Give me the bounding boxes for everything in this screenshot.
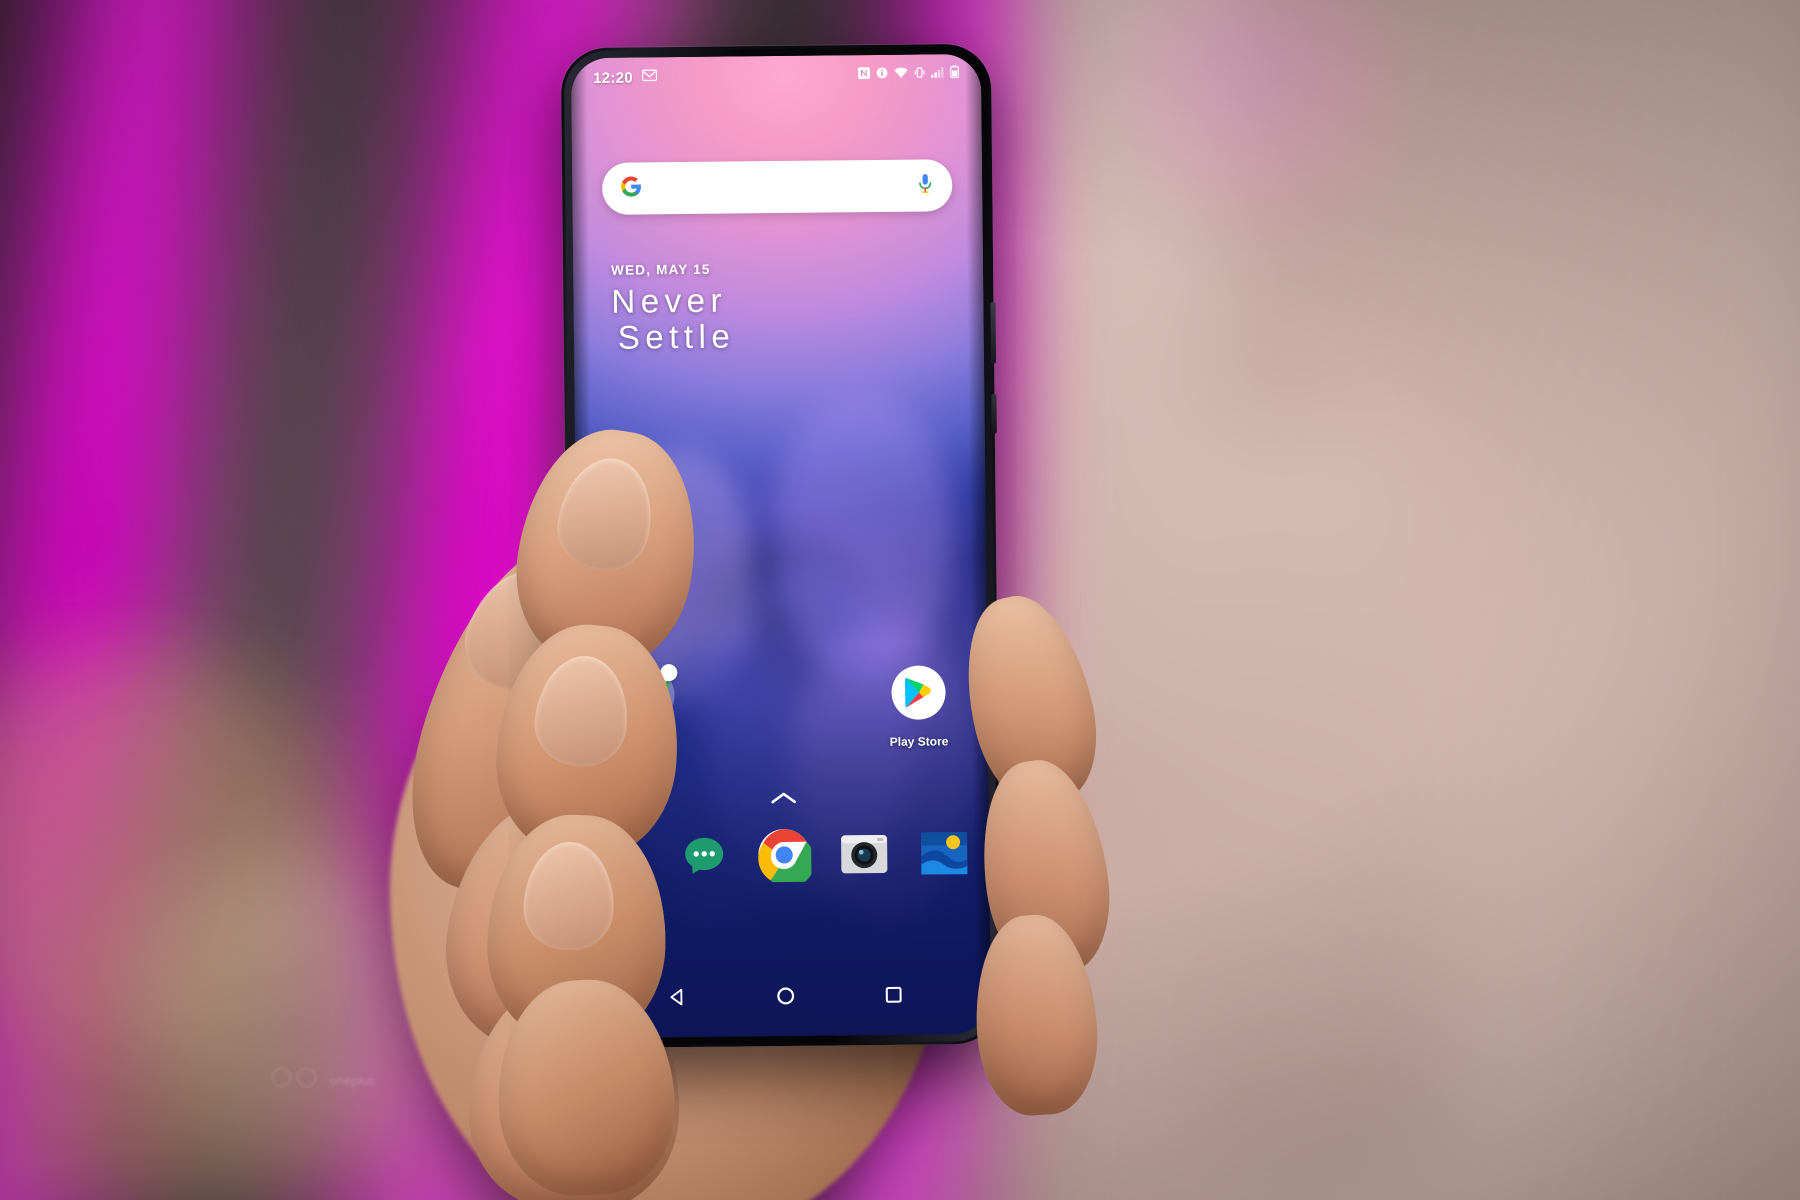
- status-time: 12:20: [592, 69, 634, 87]
- date-widget[interactable]: WED, MAY 15 Never Settle: [611, 261, 736, 356]
- wifi-icon: [894, 66, 908, 84]
- status-bar-left: 12:20: [592, 68, 658, 87]
- power-button[interactable]: [990, 301, 997, 364]
- battery-icon: [950, 65, 960, 83]
- nfc-icon: [858, 66, 871, 84]
- watermark-dots: [272, 1068, 316, 1087]
- microphone-icon[interactable]: [916, 172, 934, 199]
- google-g-icon: [620, 175, 642, 202]
- search-input[interactable]: [601, 159, 953, 215]
- widget-line-2: Settle: [617, 317, 736, 356]
- signal-icon: [931, 65, 944, 83]
- gmail-icon: [641, 68, 658, 86]
- status-bar-right: [858, 65, 960, 84]
- hand-front-fingers: [370, 410, 1121, 1200]
- status-bar: 12:20: [571, 54, 981, 98]
- info-icon: [876, 66, 888, 84]
- screenshot-scene: oneplus 12:20 WED, MAY 15 Never Settle P…: [0, 0, 1800, 1200]
- widget-line-1: Never: [611, 281, 728, 320]
- widget-date: WED, MAY 15: [611, 261, 711, 278]
- vibrate-icon: [914, 65, 925, 83]
